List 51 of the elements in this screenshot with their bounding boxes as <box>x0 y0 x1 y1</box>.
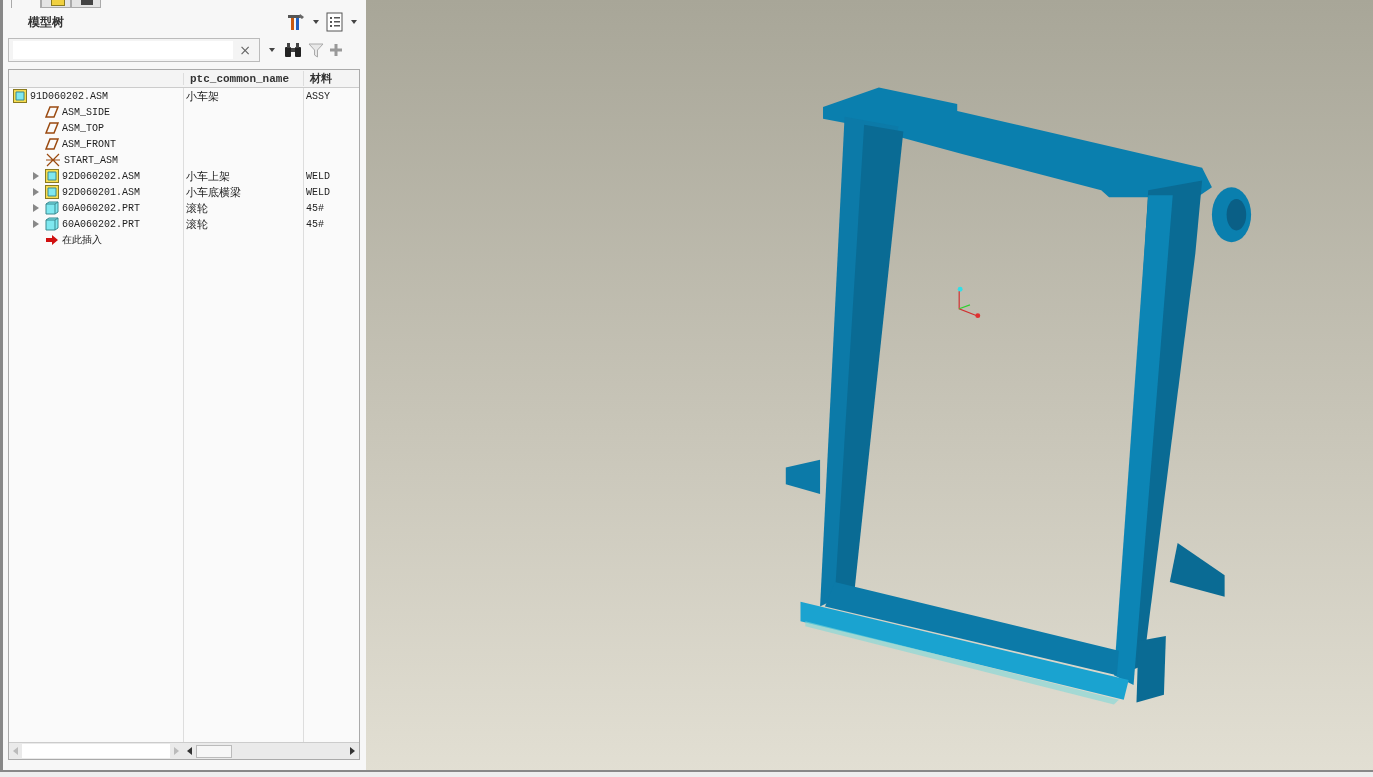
filter-icon[interactable] <box>308 42 324 58</box>
table-cell: 45# <box>306 202 324 214</box>
tree-item[interactable]: 92D060202.ASM <box>62 170 140 182</box>
clear-button[interactable]: × <box>239 42 251 58</box>
column-header[interactable]: 材料 <box>303 71 359 86</box>
tree-item[interactable]: ASM_TOP <box>62 122 104 134</box>
tree-item[interactable]: 91D060202.ASM <box>30 90 108 102</box>
layers-tab[interactable] <box>71 0 101 8</box>
expand-arrow-icon[interactable] <box>33 220 39 228</box>
cube-icon <box>45 217 59 231</box>
search-field[interactable]: × <box>8 38 260 62</box>
table-cell: WELD <box>306 170 330 182</box>
tree-item[interactable]: ASM_SIDE <box>62 106 110 118</box>
binoculars-icon[interactable] <box>284 42 302 58</box>
folder-tab[interactable] <box>41 0 71 8</box>
table-cell: 小车上架 <box>186 168 230 184</box>
caret-icon[interactable] <box>313 20 319 24</box>
table-cell: 滚轮 <box>186 216 208 232</box>
tree-item[interactable]: 60A060202.PRT <box>62 218 140 230</box>
tree-item[interactable]: ASM_FRONT <box>62 138 116 150</box>
list-settings-icon[interactable] <box>326 12 344 32</box>
expand-arrow-icon[interactable] <box>33 172 39 180</box>
table-cell: ASSY <box>306 90 330 102</box>
caret-icon[interactable] <box>351 20 357 24</box>
panel-title: 模型树 <box>28 13 64 31</box>
caret-icon[interactable] <box>269 48 275 52</box>
expand-arrow-icon[interactable] <box>33 204 39 212</box>
coordinate-system-icon <box>45 153 61 167</box>
arrow-icon <box>45 234 59 246</box>
column-header[interactable]: ptc_common_name <box>183 72 303 85</box>
tree-item[interactable]: START_ASM <box>64 154 118 166</box>
plane-icon <box>45 106 59 118</box>
plane-icon <box>45 122 59 134</box>
tree-item[interactable]: 92D060201.ASM <box>62 186 140 198</box>
table-cell: WELD <box>306 186 330 198</box>
plus-icon[interactable] <box>330 44 342 56</box>
plane-icon <box>45 138 59 150</box>
tree-item[interactable]: 在此插入 <box>62 233 102 247</box>
assembly-icon <box>45 185 59 199</box>
tree-item[interactable]: 60A060202.PRT <box>62 202 140 214</box>
table-cell: 滚轮 <box>186 200 208 216</box>
assembly-icon <box>45 169 59 183</box>
expand-arrow-icon[interactable] <box>33 188 39 196</box>
tree-tab[interactable] <box>11 0 41 8</box>
assembly-icon <box>13 89 27 103</box>
table-cell: 小车架 <box>186 88 219 104</box>
table-cell: 45# <box>306 218 324 230</box>
tools-icon[interactable] <box>286 12 306 32</box>
cube-icon <box>45 201 59 215</box>
table-cell: 小车底横梁 <box>186 184 241 200</box>
3d-viewport[interactable] <box>366 0 1373 772</box>
